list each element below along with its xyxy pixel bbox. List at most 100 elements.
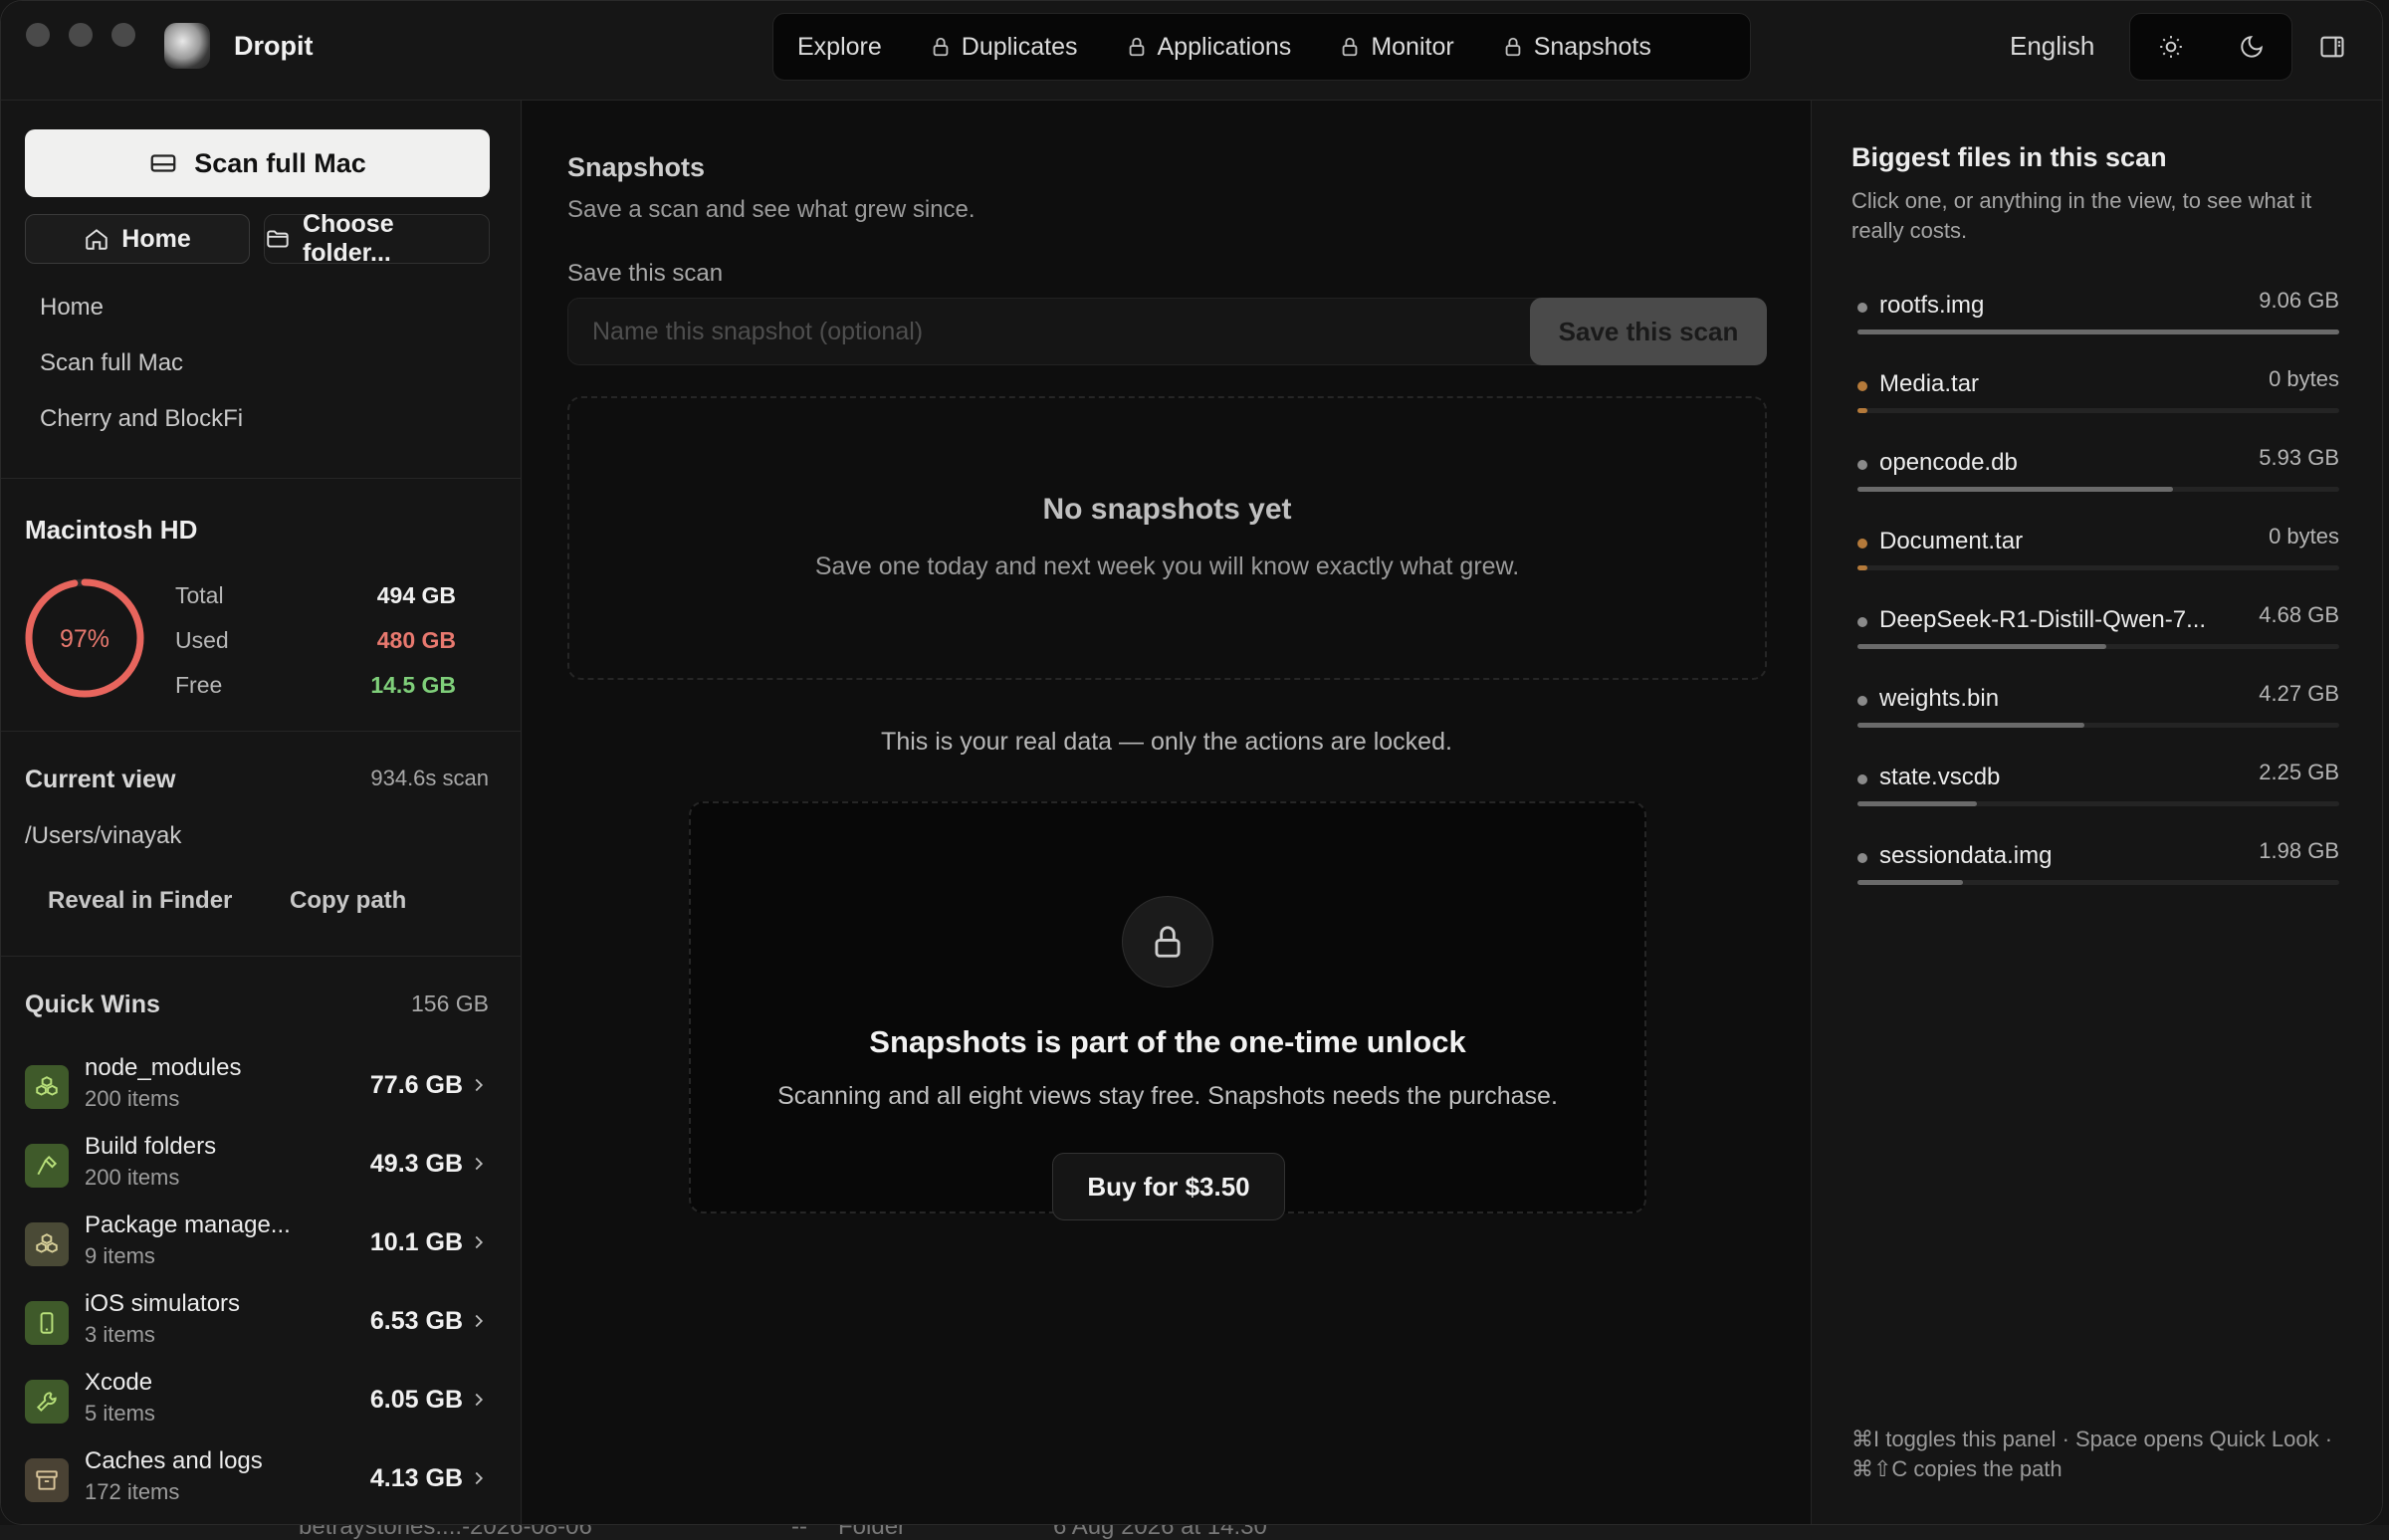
file-size: 4.27 GB (2259, 681, 2339, 706)
file-size: 1.98 GB (2259, 838, 2339, 863)
quick-win-item[interactable]: iOS simulators 3 items 6.53 GB (25, 1290, 498, 1360)
file-status-dot (1857, 539, 1867, 549)
snapshot-name-input[interactable] (567, 298, 1563, 365)
tab-duplicates[interactable]: Duplicates (906, 14, 1102, 80)
light-mode-button[interactable] (2130, 14, 2211, 80)
scan-full-mac-button[interactable]: Scan full Mac (25, 129, 490, 197)
quick-win-item[interactable]: node_modules 200 items 77.6 GB (25, 1054, 498, 1124)
reveal-in-finder-button[interactable]: Reveal in Finder (48, 887, 232, 915)
zoom-window-button[interactable] (111, 23, 135, 47)
quick-win-size: 77.6 GB (369, 1071, 463, 1099)
quick-win-size: 10.1 GB (369, 1228, 463, 1256)
scan-duration: 934.6s scan (370, 766, 489, 790)
sidebar: Scan full Mac Home Choose folder... Home… (1, 101, 522, 1524)
disk-usage-percent: 97% (60, 625, 109, 653)
quick-win-count: 172 items (85, 1479, 180, 1504)
quick-win-item[interactable]: Xcode 5 items 6.05 GB (25, 1369, 498, 1438)
file-size-fill (1857, 565, 1867, 570)
background-file-name: betraystories....-2026-08-06 (299, 1525, 592, 1540)
file-size: 9.06 GB (2259, 288, 2339, 313)
quick-win-count: 5 items (85, 1401, 155, 1426)
save-scan-button[interactable]: Save this scan (1530, 298, 1767, 365)
chevron-right-icon (475, 1471, 484, 1485)
file-name: DeepSeek-R1-Distill-Qwen-7... (1879, 606, 2207, 633)
file-status-dot (1857, 381, 1867, 391)
empty-state-title: No snapshots yet (1042, 493, 1292, 526)
file-size-fill (1857, 801, 1978, 806)
divider (1, 478, 522, 479)
file-name: Media.tar (1879, 370, 1980, 397)
disk-used-value: 480 GB (376, 627, 456, 653)
tab-snapshots[interactable]: Snapshots (1478, 14, 1675, 80)
file-status-dot (1857, 696, 1867, 706)
chevron-right-icon (475, 1235, 484, 1249)
file-item[interactable]: Document.tar 0 bytes (1857, 524, 2339, 583)
file-status-dot (1857, 303, 1867, 313)
panel-subtitle: Click one, or anything in the view, to s… (1851, 188, 2312, 243)
copy-path-button[interactable]: Copy path (290, 887, 406, 915)
quick-win-item[interactable]: Package manage... 9 items 10.1 GB (25, 1211, 498, 1281)
file-item[interactable]: DeepSeek-R1-Distill-Qwen-7... 4.68 GB (1857, 602, 2339, 662)
choose-folder-label: Choose folder... (302, 210, 394, 267)
buy-button[interactable]: Buy for $3.50 (1052, 1153, 1285, 1220)
current-view-title: Current view (25, 766, 176, 793)
tab-monitor[interactable]: Monitor (1315, 14, 1477, 80)
disk-total-label: Total (175, 582, 224, 608)
tab-applications[interactable]: Applications (1102, 14, 1316, 80)
wrench-icon (25, 1380, 69, 1424)
file-size: 0 bytes (2269, 366, 2339, 391)
chevron-right-icon (475, 1314, 484, 1328)
file-size: 2.25 GB (2259, 760, 2339, 784)
lock-icon (933, 37, 949, 57)
file-name: weights.bin (1879, 685, 2000, 712)
file-size-fill (1857, 723, 2084, 728)
current-path: /Users/vinayak (25, 822, 182, 849)
language-selector[interactable]: English (2010, 31, 2094, 62)
quick-win-name: iOS simulators (85, 1290, 241, 1317)
close-window-button[interactable] (26, 23, 50, 47)
quick-win-size: 6.05 GB (369, 1386, 463, 1414)
quick-win-count: 3 items (85, 1322, 155, 1347)
folder-icon (267, 230, 289, 248)
sidebar-link-scan-full-mac[interactable]: Scan full Mac (40, 349, 183, 377)
lock-icon (1155, 926, 1181, 958)
file-item[interactable]: state.vscdb 2.25 GB (1857, 760, 2339, 819)
file-size-fill (1857, 880, 1963, 885)
quick-win-item[interactable]: Caches and logs 172 items 4.13 GB (25, 1447, 498, 1517)
divider (1, 731, 522, 732)
choose-folder-button[interactable]: Choose folder... (264, 210, 490, 267)
sidebar-right-icon (2320, 36, 2344, 58)
dark-mode-button[interactable] (2211, 14, 2291, 80)
toggle-panel-button[interactable] (2318, 33, 2346, 66)
empty-state-subtitle: Save one today and next week you will kn… (814, 552, 1520, 580)
background-file-kind-dash: -- (791, 1525, 807, 1540)
file-item[interactable]: sessiondata.img 1.98 GB (1857, 838, 2339, 898)
home-button[interactable]: Home (25, 214, 250, 264)
file-item[interactable]: opencode.db 5.93 GB (1857, 445, 2339, 505)
minimize-window-button[interactable] (69, 23, 93, 47)
page-subtitle: Save a scan and see what grew since. (567, 196, 976, 223)
file-size-fill (1857, 644, 2107, 649)
file-item[interactable]: Media.tar 0 bytes (1857, 366, 2339, 426)
quick-win-count: 200 items (85, 1165, 180, 1190)
snapshots-view: Snapshots Save a scan and see what grew … (523, 101, 1811, 1524)
home-button-label: Home (121, 224, 191, 253)
tab-label: Applications (1157, 32, 1292, 61)
file-name: opencode.db (1879, 449, 2018, 476)
sidebar-link-home[interactable]: Home (40, 294, 104, 322)
disk-free-label: Free (175, 672, 223, 698)
quick-win-item[interactable]: Build folders 200 items 49.3 GB (25, 1133, 498, 1203)
tab-explore[interactable]: Explore (773, 14, 906, 80)
tab-label: Monitor (1371, 32, 1454, 61)
chevron-right-icon (475, 1157, 484, 1171)
sun-icon (2159, 36, 2182, 58)
file-item[interactable]: rootfs.img 9.06 GB (1857, 288, 2339, 347)
unlock-title: Snapshots is part of the one-time unlock (869, 1024, 1466, 1059)
file-status-dot (1857, 774, 1867, 784)
tab-label: Snapshots (1533, 32, 1651, 61)
sidebar-link-cherry-blockfi[interactable]: Cherry and BlockFi (40, 405, 243, 433)
file-item[interactable]: weights.bin 4.27 GB (1857, 681, 2339, 741)
quick-win-size: 6.53 GB (369, 1307, 463, 1335)
save-scan-label: Save this scan (567, 260, 724, 287)
background-file-date: 6 Aug 2026 at 14:30 (1053, 1525, 1267, 1540)
